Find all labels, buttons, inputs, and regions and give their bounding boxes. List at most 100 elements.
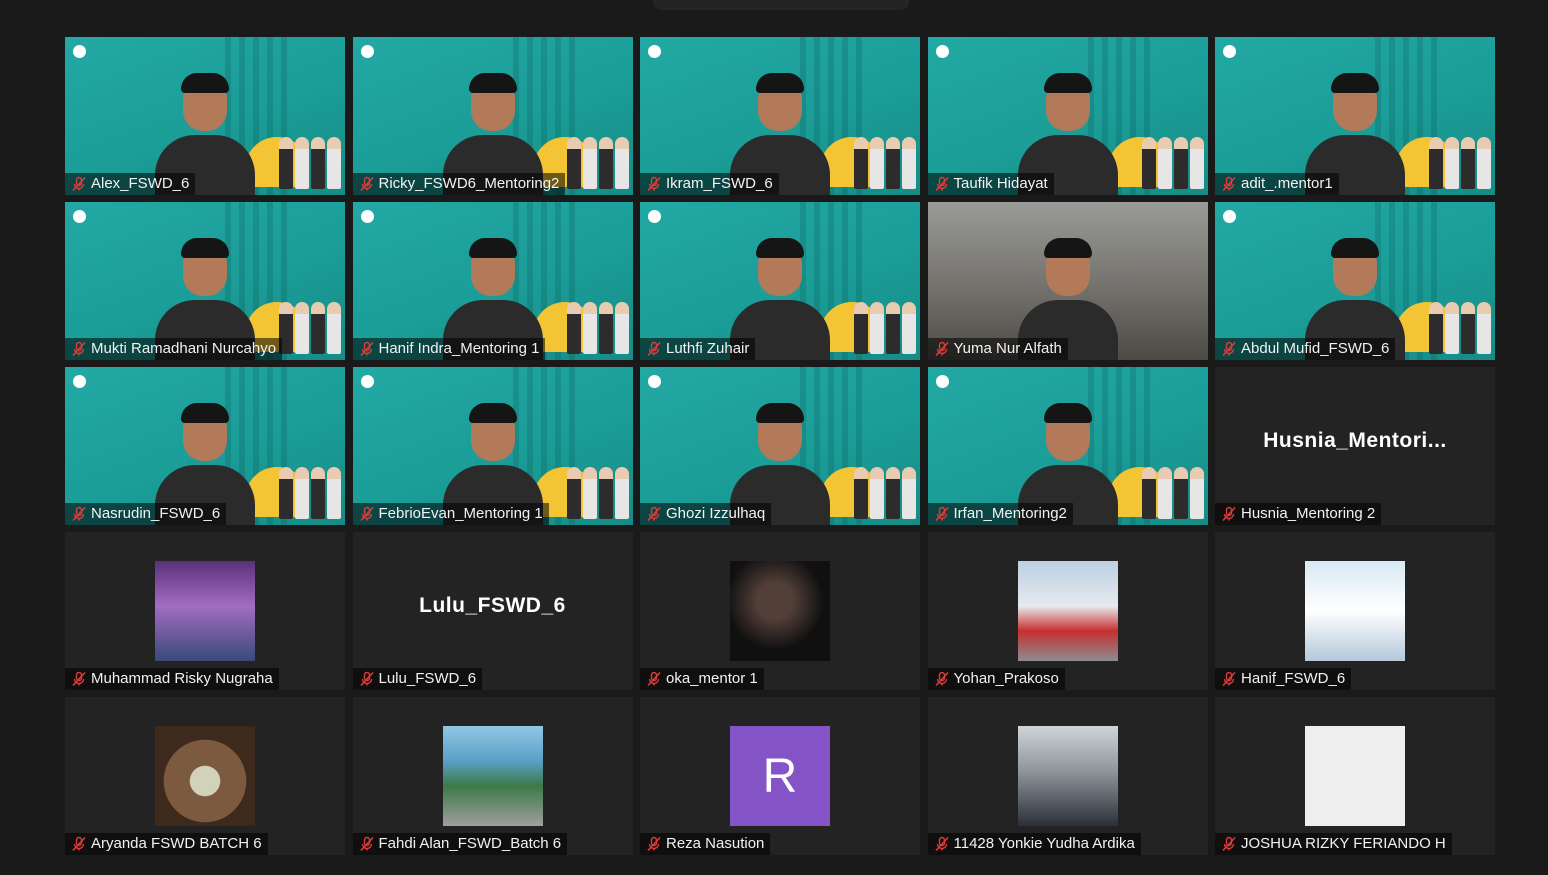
mic-muted-icon: [646, 836, 662, 852]
bootcamp-logo: [360, 45, 374, 58]
mic-muted-icon: [71, 176, 87, 192]
participant-display-name: Husnia_Mentori...: [1263, 429, 1447, 452]
participant-tile[interactable]: Muhammad Risky Nugraha: [65, 532, 345, 690]
mic-muted-icon: [71, 671, 87, 687]
participant-tile[interactable]: Luthfi Zuhair: [640, 202, 920, 360]
gallery-grid: Alex_FSWD_6 Ricky_FSWD6_Mentoring2 Ikram_F…: [65, 37, 1495, 855]
participant-tile[interactable]: Nasrudin_FSWD_6: [65, 367, 345, 525]
participant-name: Aryanda FSWD BATCH 6: [91, 835, 262, 852]
participant-name: Ghozi Izzulhaq: [666, 505, 766, 522]
participant-name: Alex_FSWD_6: [91, 175, 190, 192]
mic-muted-icon: [646, 341, 662, 357]
mic-muted-icon: [934, 671, 950, 687]
participant-tile[interactable]: Alex_FSWD_6: [65, 37, 345, 195]
participant-name-label: Reza Nasution: [640, 833, 771, 855]
bootcamp-logo: [73, 375, 86, 388]
participant-name: Lulu_FSWD_6: [378, 670, 477, 687]
mic-muted-icon: [934, 341, 950, 357]
mic-muted-icon: [71, 836, 87, 852]
background-people: [854, 137, 916, 189]
profile-picture: [1017, 561, 1118, 661]
background-people: [566, 137, 629, 189]
profile-picture: [442, 726, 543, 826]
mic-muted-icon: [1221, 506, 1237, 522]
bootcamp-logo: [648, 375, 661, 388]
bootcamp-logo: [648, 210, 661, 223]
initial-avatar: R: [730, 726, 830, 826]
mic-muted-icon: [71, 341, 87, 357]
participant-tile[interactable]: 11428 Yonkie Yudha Ardika: [927, 697, 1208, 855]
mic-muted-icon: [646, 506, 662, 522]
participant-tile[interactable]: Ricky_FSWD6_Mentoring2: [352, 37, 633, 195]
participant-tile[interactable]: Hanif_FSWD_6: [1215, 532, 1495, 690]
participant-tile[interactable]: Irfan_Mentoring2: [927, 367, 1208, 525]
participant-name-label: Lulu_FSWD_6: [352, 668, 483, 690]
participant-tile[interactable]: Ikram_FSWD_6: [640, 37, 920, 195]
participant-name-label: Fahdi Alan_FSWD_Batch 6: [352, 833, 568, 855]
participant-name: Yohan_Prakoso: [953, 670, 1059, 687]
background-people: [1429, 302, 1491, 354]
background-people: [279, 302, 341, 354]
toolbar-handle[interactable]: [653, 0, 909, 10]
mic-muted-icon: [646, 671, 662, 687]
participant-tile[interactable]: Mukti Ramadhani Nurcahyo: [65, 202, 345, 360]
participant-name-label: Ghozi Izzulhaq: [640, 503, 772, 525]
participant-tile[interactable]: FebrioEvan_Mentoring 1: [352, 367, 633, 525]
participant-tile[interactable]: Hanif Indra_Mentoring 1: [352, 202, 633, 360]
participant-tile[interactable]: adit_.mentor1: [1215, 37, 1495, 195]
bootcamp-logo: [1223, 210, 1236, 223]
mic-muted-icon: [359, 176, 375, 192]
participant-name: Irfan_Mentoring2: [953, 505, 1067, 522]
participant-tile[interactable]: JOSHUA RIZKY FERIANDO H: [1215, 697, 1495, 855]
participant-tile[interactable]: Lulu_FSWD_6 Lulu_FSWD_6: [352, 532, 633, 690]
mic-muted-icon: [359, 836, 375, 852]
participant-name: Husnia_Mentoring 2: [1241, 505, 1376, 522]
background-people: [854, 302, 916, 354]
participant-tile[interactable]: Husnia_Mentori... Husnia_Mentoring 2: [1215, 367, 1495, 525]
participant-name: adit_.mentor1: [1241, 175, 1333, 192]
participant-tile[interactable]: Taufik Hidayat: [927, 37, 1208, 195]
background-people: [854, 467, 916, 519]
participant-tile[interactable]: oka_mentor 1: [640, 532, 920, 690]
participant-tile[interactable]: Ghozi Izzulhaq: [640, 367, 920, 525]
mic-muted-icon: [71, 506, 87, 522]
mic-muted-icon: [934, 836, 950, 852]
participant-tile[interactable]: Yohan_Prakoso: [927, 532, 1208, 690]
participant-name: Ricky_FSWD6_Mentoring2: [378, 175, 560, 192]
participant-name-label: Aryanda FSWD BATCH 6: [65, 833, 268, 855]
background-people: [1429, 137, 1491, 189]
bootcamp-logo: [73, 210, 86, 223]
background-people: [566, 467, 629, 519]
participant-name-label: Husnia_Mentoring 2: [1215, 503, 1382, 525]
participant-name: Nasrudin_FSWD_6: [91, 505, 221, 522]
participant-name: Ikram_FSWD_6: [666, 175, 773, 192]
profile-picture: [1017, 726, 1118, 826]
participant-name: oka_mentor 1: [666, 670, 758, 687]
participant-name-label: oka_mentor 1: [640, 668, 764, 690]
participant-name-label: JOSHUA RIZKY FERIANDO H: [1215, 833, 1452, 855]
participant-name: Yuma Nur Alfath: [953, 340, 1062, 357]
background-people: [279, 137, 341, 189]
participant-name: JOSHUA RIZKY FERIANDO H: [1241, 835, 1446, 852]
mic-muted-icon: [646, 176, 662, 192]
participant-name-label: FebrioEvan_Mentoring 1: [352, 503, 549, 525]
background-people: [1141, 467, 1204, 519]
profile-picture: [1305, 561, 1405, 661]
profile-picture: [730, 561, 830, 661]
bootcamp-logo: [1223, 45, 1236, 58]
bootcamp-logo: [360, 375, 374, 388]
participant-name: Muhammad Risky Nugraha: [91, 670, 273, 687]
participant-tile[interactable]: Fahdi Alan_FSWD_Batch 6: [352, 697, 633, 855]
profile-picture: [155, 726, 255, 826]
mic-muted-icon: [934, 176, 950, 192]
participant-name: Hanif Indra_Mentoring 1: [378, 340, 540, 357]
participant-tile[interactable]: Abdul Mufid_FSWD_6: [1215, 202, 1495, 360]
participant-tile[interactable]: Aryanda FSWD BATCH 6: [65, 697, 345, 855]
participant-name-label: Yuma Nur Alfath: [927, 338, 1068, 360]
participant-name-label: Luthfi Zuhair: [640, 338, 756, 360]
participant-tile[interactable]: R Reza Nasution: [640, 697, 920, 855]
background-people: [1141, 137, 1204, 189]
participant-name-label: Irfan_Mentoring2: [927, 503, 1073, 525]
participant-tile[interactable]: Yuma Nur Alfath: [927, 202, 1208, 360]
participant-name: Fahdi Alan_FSWD_Batch 6: [378, 835, 562, 852]
